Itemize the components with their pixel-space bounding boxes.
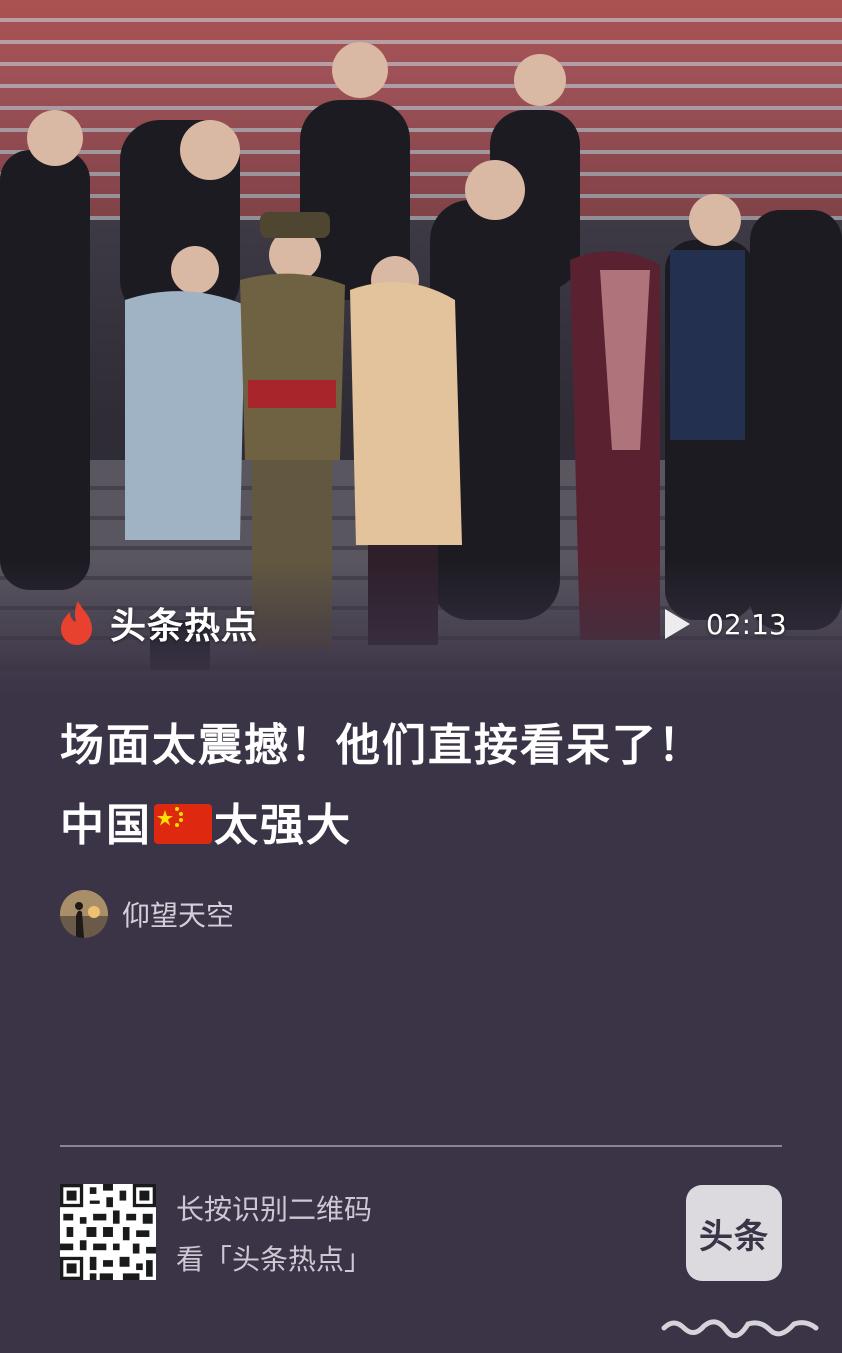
title-text-part2: 太强大 [214,800,352,851]
toutiao-logo: 头条 [686,1185,782,1281]
avatar-image [60,890,108,938]
author-name[interactable]: 仰望天空 [122,894,234,934]
china-flag-icon [154,804,212,844]
video-thumbnail[interactable]: 头条热点 02:13 [0,0,842,700]
qr-code[interactable] [60,1184,156,1280]
watermark-scribble [661,1319,819,1338]
avatar[interactable] [60,890,108,938]
flame-icon [61,601,92,645]
divider [60,1145,782,1147]
channel-name: 头条热点 [110,606,259,647]
logo-text: 头条 [699,1216,769,1257]
qr-channel-label: 看「头条热点」 [176,1243,373,1276]
video-duration: 02:13 [662,602,787,646]
article-title[interactable]: 场面太震撼！他们直接看呆了！中国 太强大 [60,706,720,866]
duration-label: 02:13 [706,607,787,641]
channel-badge: 头条热点 [58,598,258,648]
play-icon[interactable] [662,607,692,641]
author-row[interactable]: 仰望天空 [60,890,234,938]
qr-instruction: 长按识别二维码 [176,1193,373,1226]
